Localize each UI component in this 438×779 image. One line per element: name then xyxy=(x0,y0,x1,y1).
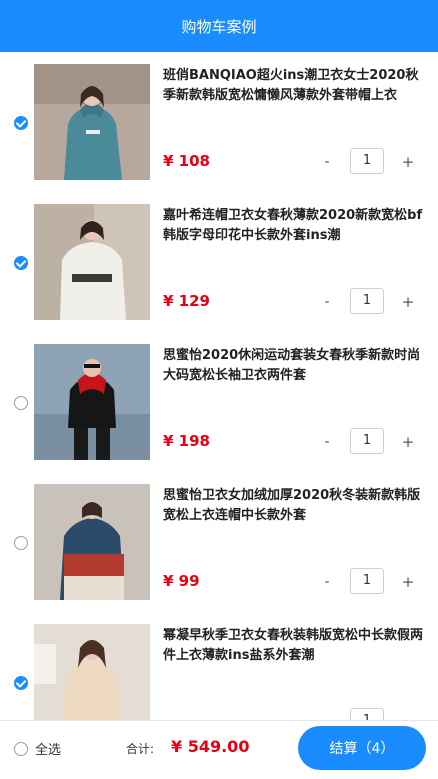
select-all-checkbox[interactable] xyxy=(14,742,28,756)
item-checkbox[interactable] xyxy=(14,116,28,130)
decrease-button[interactable]: - xyxy=(320,432,334,452)
total-price: ¥ 549.00 xyxy=(171,737,250,756)
product-title[interactable]: 思蜜怡卫衣女加绒加厚2020秋冬装新款韩版宽松上衣连帽中长款外套 xyxy=(163,486,425,526)
cart-item: 幂凝早秋季卫衣女春秋装韩版宽松中长款假两件上衣薄款ins盐系外套潮 1 xyxy=(0,612,438,720)
product-price: ¥ 129 xyxy=(163,292,210,310)
product-image[interactable] xyxy=(34,64,150,180)
product-title[interactable]: 思蜜怡2020休闲运动套装女春秋季新款时尚大码宽松长袖卫衣两件套 xyxy=(163,346,425,386)
product-price: ¥ 99 xyxy=(163,572,200,590)
increase-button[interactable]: + xyxy=(401,292,415,312)
cart-item: 嘉叶希连帽卫衣女春秋薄款2020新款宽松bf韩版字母印花中长款外套ins潮 ¥ … xyxy=(0,192,438,333)
quantity-input[interactable]: 1 xyxy=(350,708,384,720)
item-checkbox[interactable] xyxy=(14,396,28,410)
decrease-button[interactable]: - xyxy=(320,572,334,592)
quantity-input[interactable]: 1 xyxy=(350,288,384,314)
product-title[interactable]: 班俏BANQIAO超火ins潮卫衣女士2020秋季新款韩版宽松慵懒风薄款外套带帽… xyxy=(163,66,425,106)
decrease-button[interactable]: - xyxy=(320,152,334,172)
product-image[interactable] xyxy=(34,204,150,320)
increase-button[interactable]: + xyxy=(401,572,415,592)
cart-item: 班俏BANQIAO超火ins潮卫衣女士2020秋季新款韩版宽松慵懒风薄款外套带帽… xyxy=(0,52,438,193)
cart-item: 思蜜怡卫衣女加绒加厚2020秋冬装新款韩版宽松上衣连帽中长款外套 ¥ 99 - … xyxy=(0,472,438,613)
increase-button[interactable]: + xyxy=(401,152,415,172)
quantity-input[interactable]: 1 xyxy=(350,148,384,174)
total-label: 合计: xyxy=(126,742,155,756)
product-price: ¥ 198 xyxy=(163,432,210,450)
product-image[interactable] xyxy=(34,484,150,600)
increase-button[interactable]: + xyxy=(401,432,415,452)
item-checkbox[interactable] xyxy=(14,536,28,550)
item-checkbox[interactable] xyxy=(14,676,28,690)
select-all-label[interactable]: 全选 xyxy=(35,739,61,758)
decrease-button[interactable]: - xyxy=(320,292,334,312)
product-image[interactable] xyxy=(34,344,150,460)
app-header: 购物车案例 xyxy=(0,0,438,52)
page-title: 购物车案例 xyxy=(181,17,257,36)
cart-item: 思蜜怡2020休闲运动套装女春秋季新款时尚大码宽松长袖卫衣两件套 ¥ 198 -… xyxy=(0,332,438,473)
product-price: ¥ 108 xyxy=(163,152,210,170)
checkout-button[interactable]: 结算（4） xyxy=(298,726,426,770)
quantity-input[interactable]: 1 xyxy=(350,428,384,454)
cart-list[interactable]: 班俏BANQIAO超火ins潮卫衣女士2020秋季新款韩版宽松慵懒风薄款外套带帽… xyxy=(0,52,438,720)
product-image[interactable] xyxy=(34,624,150,720)
item-checkbox[interactable] xyxy=(14,256,28,270)
quantity-input[interactable]: 1 xyxy=(350,568,384,594)
product-title[interactable]: 嘉叶希连帽卫衣女春秋薄款2020新款宽松bf韩版字母印花中长款外套ins潮 xyxy=(163,206,425,246)
product-title[interactable]: 幂凝早秋季卫衣女春秋装韩版宽松中长款假两件上衣薄款ins盐系外套潮 xyxy=(163,626,425,666)
cart-footer: 全选 合计: ¥ 549.00 结算（4） xyxy=(0,720,438,779)
